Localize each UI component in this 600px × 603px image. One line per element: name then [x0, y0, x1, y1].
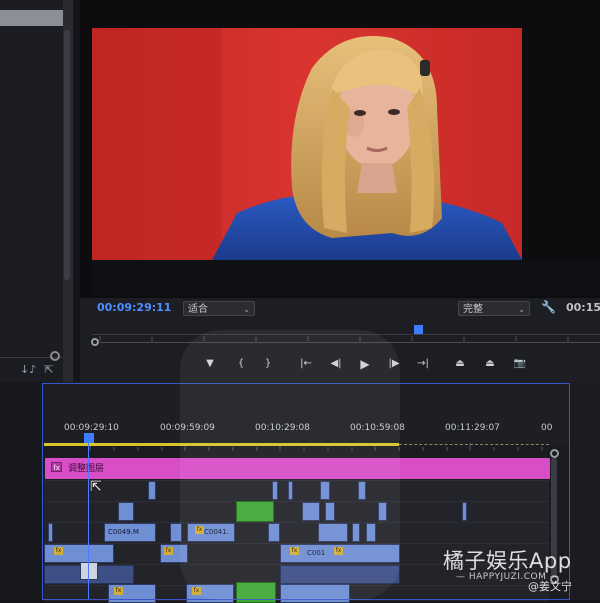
duration-timecode: 00:15 — [566, 301, 600, 314]
chevron-down-icon: ⌄ — [243, 305, 250, 314]
watermark-brand: 橘子娱乐App — [443, 549, 572, 573]
lift-button[interactable]: ⏏ — [452, 357, 468, 371]
watermark-user: @姜文宁 — [528, 580, 572, 593]
new-item-icon[interactable]: ⇱ — [42, 364, 56, 376]
go-to-out-button[interactable]: →| — [414, 357, 432, 371]
export-frame-icon: 📷 — [513, 358, 527, 369]
zoom-level-value: 适合 — [188, 304, 208, 315]
playhead-timecode[interactable]: 00:09:29:11 — [97, 301, 171, 314]
monitor-lower-black — [92, 260, 600, 296]
lift-icon: ⏏ — [455, 358, 465, 369]
panel-zoom-knob[interactable] — [50, 351, 60, 361]
screen-glare — [180, 330, 400, 600]
video-frame-image — [92, 28, 522, 260]
sort-icon[interactable]: ↓♪ — [20, 364, 36, 376]
project-scrollbar[interactable] — [64, 30, 70, 280]
go-to-out-icon: →| — [417, 358, 429, 369]
monitor-playhead[interactable] — [414, 325, 423, 334]
wrench-icon[interactable]: 🔧 — [541, 300, 556, 314]
mouse-cursor-icon: ⇱ — [90, 479, 102, 495]
export-frame-button[interactable]: 📷 — [512, 357, 528, 371]
track-header-area — [0, 382, 42, 600]
extract-button[interactable]: ⏏ — [482, 357, 498, 371]
extract-icon: ⏏ — [485, 358, 495, 369]
zoom-level-select[interactable]: 适合 ⌄ — [183, 301, 255, 316]
playback-resolution-select[interactable]: 完整 ⌄ — [458, 301, 530, 316]
program-video-frame — [92, 28, 522, 260]
playback-resolution-value: 完整 — [463, 304, 483, 315]
panel-header-strip[interactable] — [0, 10, 63, 26]
monitor-zoom-knob[interactable] — [91, 338, 99, 346]
chevron-down-icon: ⌄ — [518, 305, 525, 314]
